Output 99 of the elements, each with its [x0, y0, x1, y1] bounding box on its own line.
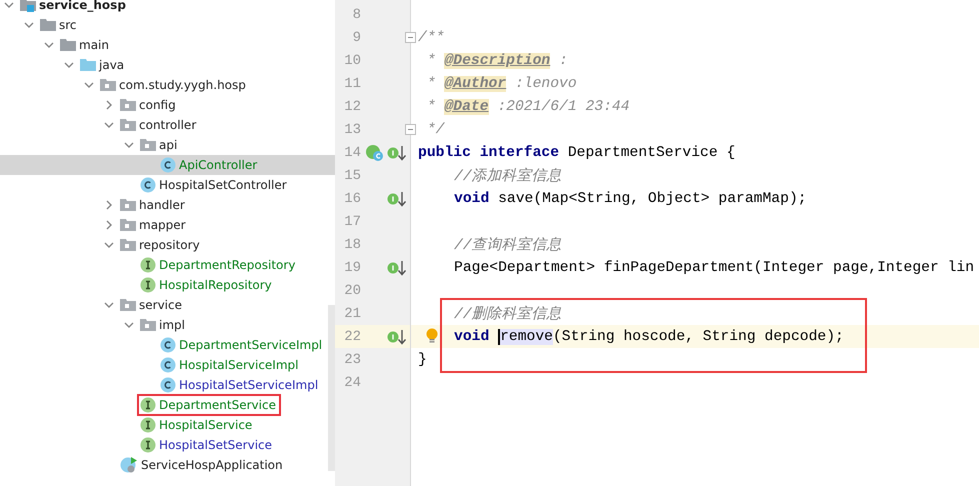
code-line: public interface DepartmentService { [418, 144, 736, 160]
tree-item-label[interactable]: service_hosp [39, 0, 126, 12]
line-number: 24 [343, 374, 361, 390]
fold-icon[interactable] [405, 32, 416, 43]
code-line: */ [426, 122, 444, 138]
tree-item-label[interactable]: ServiceHospApplication [141, 458, 283, 472]
selected-tree-row[interactable]: ApiController [0, 155, 335, 175]
interface-icon [140, 397, 156, 413]
folder-icon [40, 18, 56, 32]
code-line: Page<Department> finPageDepartment(Integer page,Integer lin [453, 260, 976, 276]
interface-icon [140, 257, 156, 273]
code-line: * @Author :lenovo [426, 76, 577, 92]
tree-item-label[interactable]: com.study.yygh.hosp [119, 78, 246, 92]
tree-item-label[interactable]: main [79, 38, 109, 52]
code-line: //添加科室信息 [453, 166, 563, 185]
chevron-down-icon[interactable] [24, 20, 34, 30]
tree-item-label[interactable]: repository [139, 238, 200, 252]
chevron-right-icon[interactable] [104, 200, 114, 210]
module-folder-icon [20, 0, 36, 12]
tree-item-label[interactable]: impl [159, 318, 185, 332]
tree-item-label[interactable]: mapper [139, 218, 186, 232]
tree-item-label[interactable]: ApiController [179, 158, 258, 172]
package-folder-icon [140, 138, 156, 152]
line-number: 9 [352, 30, 361, 46]
tree-item-label[interactable]: config [139, 98, 176, 112]
tree-item-label[interactable]: HospitalService [159, 418, 252, 432]
tree-item-label[interactable]: DepartmentServiceImpl [179, 338, 322, 352]
line-number: 13 [343, 122, 361, 138]
line-number: 20 [343, 282, 361, 298]
chevron-down-icon[interactable] [124, 140, 134, 150]
code-line: //删除科室信息 [453, 304, 563, 323]
line-number: 11 [343, 76, 361, 92]
tree-item-label[interactable]: service [139, 298, 182, 312]
chevron-right-icon[interactable] [104, 220, 114, 230]
chevron-down-icon[interactable] [104, 120, 114, 130]
line-number: 16 [343, 190, 361, 206]
package-folder-icon [120, 298, 136, 312]
chevron-down-icon[interactable] [64, 60, 74, 70]
line-number: 17 [343, 214, 361, 230]
package-folder-icon [120, 98, 136, 112]
tree-item-label[interactable]: HospitalSetServiceImpl [179, 378, 318, 392]
package-folder-icon [120, 238, 136, 252]
class-icon [140, 177, 156, 193]
implemented-interface-icon[interactable] [387, 328, 407, 346]
code-line: /** [418, 30, 444, 46]
tree-item-label[interactable]: java [99, 58, 124, 72]
line-number: 8 [352, 6, 361, 22]
tree-item-label[interactable]: HospitalRepository [159, 278, 272, 292]
code-line: * @Date :2021/6/1 23:44 [426, 98, 630, 114]
tree-item-label[interactable]: HospitalSetService [159, 438, 272, 452]
chevron-down-icon[interactable] [124, 320, 134, 330]
class-icon [160, 377, 176, 393]
scrollbar[interactable] [328, 305, 335, 471]
run-class-icon [120, 456, 138, 474]
chevron-right-icon[interactable] [104, 100, 114, 110]
class-icon [160, 337, 176, 353]
tree-item-label[interactable]: controller [139, 118, 196, 132]
line-number: 22 [343, 328, 361, 344]
line-number: 18 [343, 236, 361, 252]
line-number: 14 [343, 144, 361, 160]
line-number: 21 [343, 306, 361, 322]
tree-item-label[interactable]: HospitalSetController [159, 178, 287, 192]
class-icon [160, 357, 176, 373]
chevron-down-icon[interactable] [84, 80, 94, 90]
package-folder-icon [120, 198, 136, 212]
folder-icon [80, 58, 96, 72]
package-folder-icon [120, 118, 136, 132]
chevron-down-icon[interactable] [104, 240, 114, 250]
interface-icon [140, 277, 156, 293]
tree-item-label[interactable]: DepartmentService [159, 398, 276, 412]
line-number: 23 [343, 352, 361, 368]
line-number: 19 [343, 260, 361, 276]
code-line: //查询科室信息 [453, 236, 563, 254]
implemented-interface-icon[interactable] [387, 144, 407, 162]
implemented-interface-icon[interactable] [387, 190, 407, 208]
line-number: 15 [343, 168, 361, 184]
line-number: 10 [343, 52, 361, 68]
tree-item-label[interactable]: src [59, 18, 77, 32]
line-number: 12 [343, 98, 361, 114]
chevron-down-icon[interactable] [4, 0, 14, 10]
tree-item-label[interactable]: HospitalServiceImpl [179, 358, 298, 372]
chevron-down-icon[interactable] [104, 300, 114, 310]
interface-icon [140, 417, 156, 433]
package-folder-icon [120, 218, 136, 232]
code-line: } [418, 352, 427, 368]
package-folder-icon [100, 78, 116, 92]
code-line: void save(Map<String, Object> paramMap); [453, 190, 808, 206]
interface-icon [140, 437, 156, 453]
folder-icon [60, 38, 76, 52]
chevron-down-icon[interactable] [44, 40, 54, 50]
lightbulb-icon[interactable] [426, 328, 438, 344]
tree-item-label[interactable]: api [159, 138, 178, 152]
class-icon [160, 157, 176, 173]
fold-icon[interactable] [405, 124, 416, 135]
tree-item-label[interactable]: handler [139, 198, 185, 212]
code-line: void remove(String hoscode, String depcode); [453, 328, 845, 344]
implemented-interface-icon[interactable] [387, 258, 407, 276]
tree-item-label[interactable]: DepartmentRepository [159, 258, 296, 272]
package-folder-icon [140, 318, 156, 332]
